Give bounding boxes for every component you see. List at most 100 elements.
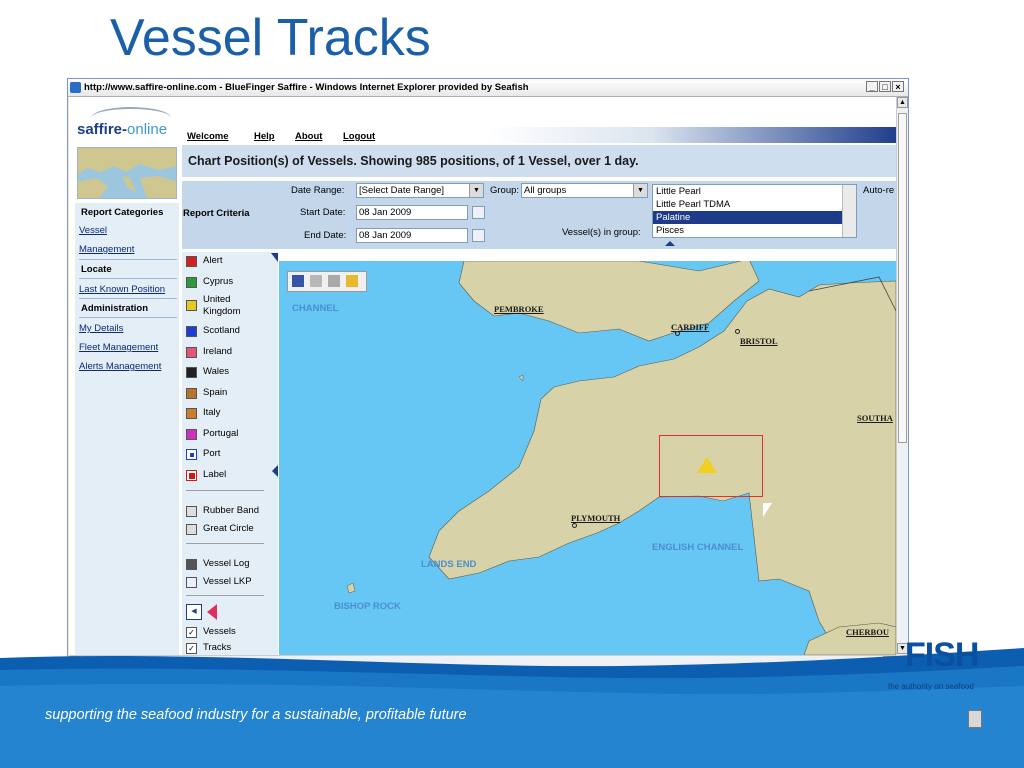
place-label-pembroke: PEMBROKE	[494, 304, 544, 314]
vertical-scrollbar[interactable]: ▲ ▼	[896, 97, 908, 655]
collapse-legend-icon[interactable]	[272, 465, 278, 477]
sea-label-bishop-rock: BISHOP ROCK	[334, 601, 401, 612]
seafish-tagline: the authority on seafood	[888, 682, 974, 691]
vessel-track-icon[interactable]	[697, 457, 717, 473]
date-range-label: Date Range:	[291, 185, 345, 196]
chart-header-text: Chart Position(s) of Vessels. Showing 98…	[188, 154, 639, 168]
browser-titlebar: http://www.saffire-online.com - BlueFing…	[68, 79, 908, 97]
vessel-icon	[186, 300, 197, 311]
vessel-icon	[186, 388, 197, 399]
place-label-cherbourg: CHERBOU	[846, 627, 889, 637]
auto-refresh-label: Auto-re	[863, 185, 895, 196]
report-categories-heading: Report Categories	[81, 207, 164, 218]
ie-icon	[70, 82, 81, 93]
nav-divider	[79, 259, 177, 260]
port-marker-icon[interactable]	[572, 523, 577, 528]
track-color-icon	[207, 604, 217, 620]
report-criteria-panel: Report Criteria Date Range: [Select Date…	[182, 181, 896, 249]
date-range-select[interactable]: [Select Date Range] ▼	[356, 183, 484, 198]
place-label-southampton: SOUTHA	[857, 413, 893, 423]
scroll-up-icon[interactable]: ▲	[897, 97, 908, 108]
vessels-in-group-label: Vessel(s) in group:	[562, 227, 641, 238]
speaker-icon[interactable]	[968, 710, 982, 728]
sea-label-lands-end: LANDS END	[421, 559, 477, 570]
close-button[interactable]: ×	[892, 81, 904, 92]
log-icon	[186, 559, 197, 570]
saffire-logo[interactable]: saffire-online	[71, 101, 177, 145]
fleet-management-link[interactable]: Fleet Management	[79, 342, 158, 353]
legend-panel: Alert Cyprus United Kingdom Scotland Ire…	[182, 252, 278, 655]
footer-wave-band	[0, 648, 1024, 768]
vessel-option[interactable]: Little Pearl TDMA	[653, 198, 856, 211]
page-viewport: saffire-online Report Categories Vessel …	[69, 97, 896, 655]
group-select[interactable]: All groups ▼	[521, 183, 648, 198]
nav-divider	[79, 317, 177, 318]
map-toolbar	[287, 271, 367, 292]
checkbox-checked-icon[interactable]: ✓	[186, 627, 197, 638]
vessel-icon	[186, 429, 197, 440]
calendar-icon[interactable]	[472, 206, 485, 219]
vessel-icon	[186, 277, 197, 288]
browser-window: http://www.saffire-online.com - BlueFing…	[67, 78, 909, 668]
sea-label-channel: CHANNEL	[292, 303, 339, 314]
slide-title: Vessel Tracks	[110, 9, 431, 67]
port-marker-icon[interactable]	[735, 329, 740, 334]
nav-welcome[interactable]: Welcome	[187, 131, 229, 142]
save-icon[interactable]	[292, 275, 304, 287]
start-date-input[interactable]: 08 Jan 2009	[356, 205, 468, 220]
vessel-management-link[interactable]: Vessel	[79, 225, 107, 236]
legend-divider	[186, 543, 264, 544]
footer-tagline: supporting the seafood industry for a su…	[45, 707, 467, 723]
port-marker-icon[interactable]	[675, 331, 680, 336]
vessel-option[interactable]: Pisces	[653, 224, 856, 237]
mouse-cursor-icon	[763, 503, 772, 517]
collapse-criteria-icon[interactable]	[665, 241, 675, 246]
end-date-label: End Date:	[304, 230, 347, 241]
nav-help[interactable]: Help	[254, 131, 275, 142]
legend-divider	[186, 595, 264, 596]
group-label: Group:	[490, 185, 520, 196]
label-icon	[186, 470, 197, 481]
print-icon[interactable]	[328, 275, 340, 287]
nav-about[interactable]: About	[295, 131, 322, 142]
logo-main-text: saffire-	[77, 121, 128, 138]
vessel-listbox[interactable]: Little Pearl Little Pearl TDMA Palatine …	[652, 184, 857, 238]
port-icon	[186, 449, 197, 460]
report-criteria-heading: Report Criteria	[183, 208, 250, 219]
nav-logout[interactable]: Logout	[343, 131, 375, 142]
alert-icon	[186, 256, 197, 267]
my-details-link[interactable]: My Details	[79, 323, 123, 334]
end-date-input[interactable]: 08 Jan 2009	[356, 228, 468, 243]
date-range-value: [Select Date Range]	[359, 185, 445, 196]
ruler-icon	[186, 524, 197, 535]
vessel-option[interactable]: Little Pearl	[653, 185, 856, 198]
vessel-management-link-line2[interactable]: Management	[79, 244, 134, 255]
place-label-plymouth: PLYMOUTH	[571, 513, 621, 523]
panel-corner-icon	[271, 253, 278, 262]
folder-icon[interactable]	[346, 275, 358, 287]
alerts-management-link[interactable]: Alerts Management	[79, 361, 161, 372]
sea-label-english-channel: ENGLISH CHANNEL	[652, 542, 744, 553]
coastline-map	[346, 261, 896, 655]
vessel-icon	[186, 408, 197, 419]
play-back-button[interactable]: ◀	[186, 604, 202, 620]
calendar-icon[interactable]	[472, 229, 485, 242]
header-gradient-bar	[489, 127, 896, 143]
export-icon[interactable]	[310, 275, 322, 287]
left-nav: saffire-online Report Categories Vessel …	[69, 97, 179, 655]
vertical-scroll-thumb[interactable]	[898, 113, 907, 443]
vessel-option-selected[interactable]: Palatine	[653, 211, 856, 224]
logo-accent-text: online	[127, 121, 168, 138]
group-value: All groups	[524, 185, 567, 196]
dropdown-arrow-icon[interactable]: ▼	[469, 184, 483, 197]
nav-divider	[79, 298, 177, 299]
map-canvas[interactable]: CHANNEL ENGLISH CHANNEL LANDS END BISHOP…	[279, 261, 896, 655]
maximize-button[interactable]: □	[879, 81, 891, 92]
dropdown-arrow-icon[interactable]: ▼	[633, 184, 647, 197]
last-known-position-link[interactable]: Last Known Position	[79, 284, 165, 295]
download-arrow-icon	[186, 577, 197, 588]
europe-thumbnail-map[interactable]	[77, 147, 177, 199]
minimize-button[interactable]: _	[866, 81, 878, 92]
locate-heading: Locate	[81, 264, 112, 275]
listbox-scrollbar[interactable]	[842, 185, 856, 237]
